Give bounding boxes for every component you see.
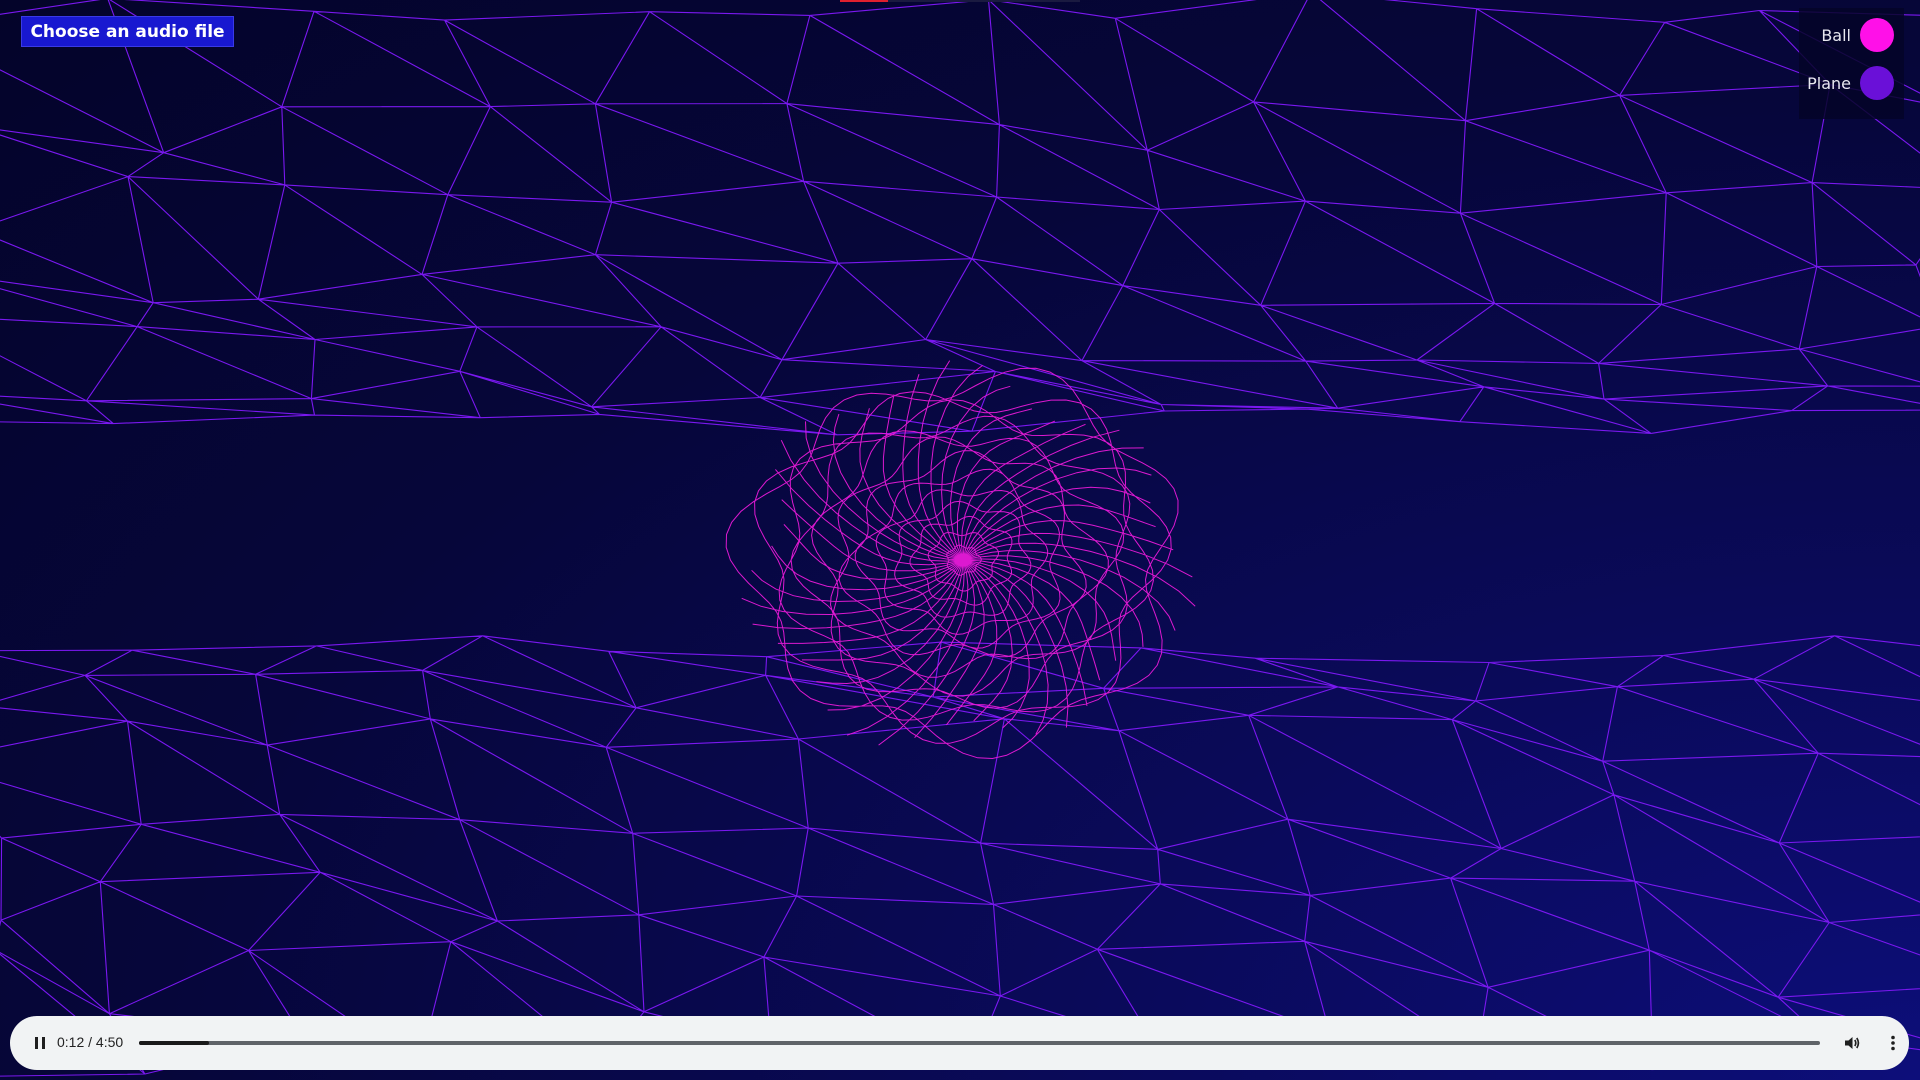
progress-slider[interactable] (139, 1041, 1820, 1045)
pause-icon[interactable] (30, 1033, 50, 1053)
plane-color-row: Plane (1807, 66, 1894, 100)
visualizer-canvas (0, 0, 1920, 1077)
more-vert-icon[interactable] (1883, 1033, 1903, 1053)
visualizer-stage (0, 0, 1920, 1080)
top-loading-indicator (840, 0, 1080, 2)
time-display: 0:12 / 4:50 (57, 1034, 124, 1050)
top-loading-fill (840, 0, 888, 2)
ball-color-label: Ball (1821, 25, 1851, 45)
ball-mesh (725, 360, 1196, 760)
ball-wireframe (725, 360, 1196, 760)
color-picker-panel: Ball Plane (1799, 8, 1904, 119)
audio-player: 0:12 / 4:50 (10, 1016, 1909, 1070)
bottom-plane-wireframe (0, 635, 1920, 1077)
volume-icon[interactable] (1842, 1033, 1862, 1053)
plane-color-swatch[interactable] (1860, 66, 1894, 100)
choose-audio-file-button[interactable]: Choose an audio file (21, 16, 234, 47)
progress-fill (139, 1041, 209, 1045)
plane-mesh (0, 635, 1920, 1077)
top-plane-wireframe (0, 0, 1920, 436)
ball-color-row: Ball (1821, 18, 1894, 52)
ball-color-swatch[interactable] (1860, 18, 1894, 52)
plane-color-label: Plane (1807, 73, 1851, 93)
plane-mesh (0, 0, 1920, 436)
